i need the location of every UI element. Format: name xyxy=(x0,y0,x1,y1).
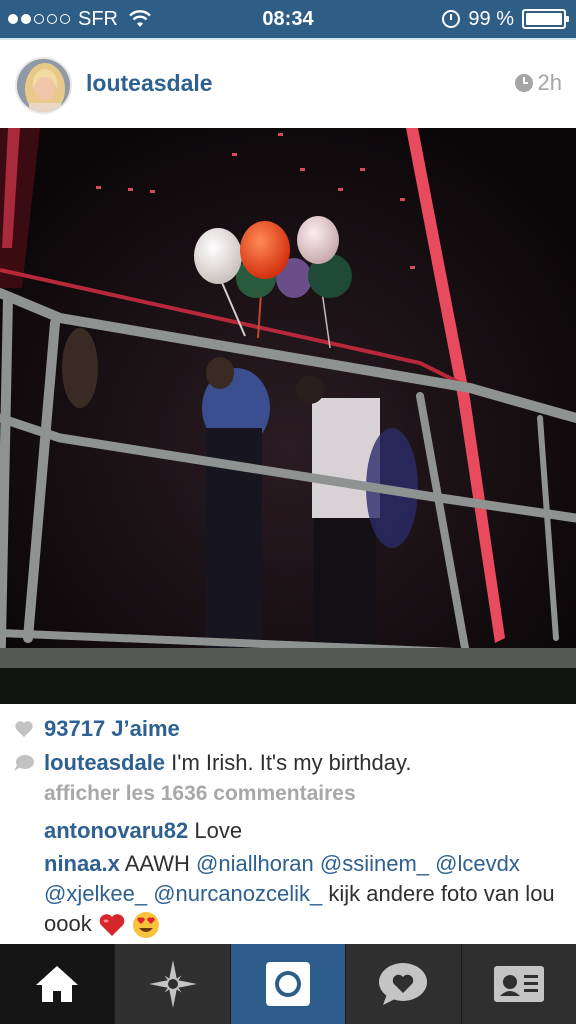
likes-row[interactable]: 93717 J’aime xyxy=(14,714,180,744)
tab-home[interactable] xyxy=(0,944,116,1024)
heart-eyes-emoji-icon xyxy=(132,912,159,939)
photo-image xyxy=(0,128,576,704)
post-photo[interactable] xyxy=(0,128,576,704)
mention-link[interactable]: @lcevdx xyxy=(435,851,520,876)
mention-link[interactable]: @nurcanozcelik_ xyxy=(153,881,322,906)
battery-percent: 99 % xyxy=(468,7,514,30)
comment-text: Love xyxy=(194,818,243,843)
profile-card-icon xyxy=(493,966,544,1002)
time-ago-text: 2h xyxy=(537,70,562,95)
comment-bubble-icon xyxy=(14,755,34,771)
post-header: louteasdale 2h xyxy=(0,38,576,128)
clock-icon xyxy=(514,74,533,92)
tab-bar xyxy=(0,944,576,1024)
comment-username[interactable]: antonovaru82 xyxy=(44,818,188,843)
explore-star-icon xyxy=(148,960,197,1008)
comment-item: ninaa.x AAWH @niallhoran @ssiinem_ @lcev… xyxy=(44,849,564,939)
tab-camera[interactable] xyxy=(230,944,347,1024)
caption-username[interactable]: louteasdale xyxy=(44,750,165,775)
tab-activity[interactable] xyxy=(346,944,462,1024)
post-time: 2h xyxy=(514,70,562,96)
view-all-comments-link[interactable]: afficher les 1636 commentaires xyxy=(44,782,356,806)
avatar[interactable] xyxy=(15,57,72,114)
caption-row: louteasdale I'm Irish. It's my birthday. xyxy=(14,748,564,778)
mention-link[interactable]: @niallhoran xyxy=(196,851,314,876)
like-heart-icon xyxy=(15,721,33,737)
status-bar: SFR 08:34 99 % xyxy=(0,0,576,38)
comment-text-prefix: AAWH xyxy=(124,851,190,876)
comment-username[interactable]: ninaa.x xyxy=(44,851,120,876)
mention-link[interactable]: @xjelkee_ xyxy=(44,881,147,906)
alarm-icon xyxy=(442,10,461,28)
likes-count: 93717 J’aime xyxy=(44,716,180,741)
status-right: 99 % xyxy=(442,0,569,38)
comment-item: antonovaru82 Love xyxy=(44,816,564,846)
caption-text: I'm Irish. It's my birthday. xyxy=(171,750,412,775)
home-icon xyxy=(36,966,79,1002)
camera-icon xyxy=(266,962,311,1006)
tab-explore[interactable] xyxy=(115,944,231,1024)
mention-link[interactable]: @ssiinem_ xyxy=(320,851,429,876)
post-info: 93717 J’aime louteasdale I'm Irish. It's… xyxy=(0,704,576,944)
red-heart-emoji-icon xyxy=(99,914,125,937)
activity-heart-bubble-icon xyxy=(379,963,428,1005)
post-username[interactable]: louteasdale xyxy=(86,70,213,97)
battery-icon xyxy=(522,9,569,29)
tab-profile[interactable] xyxy=(461,944,576,1024)
